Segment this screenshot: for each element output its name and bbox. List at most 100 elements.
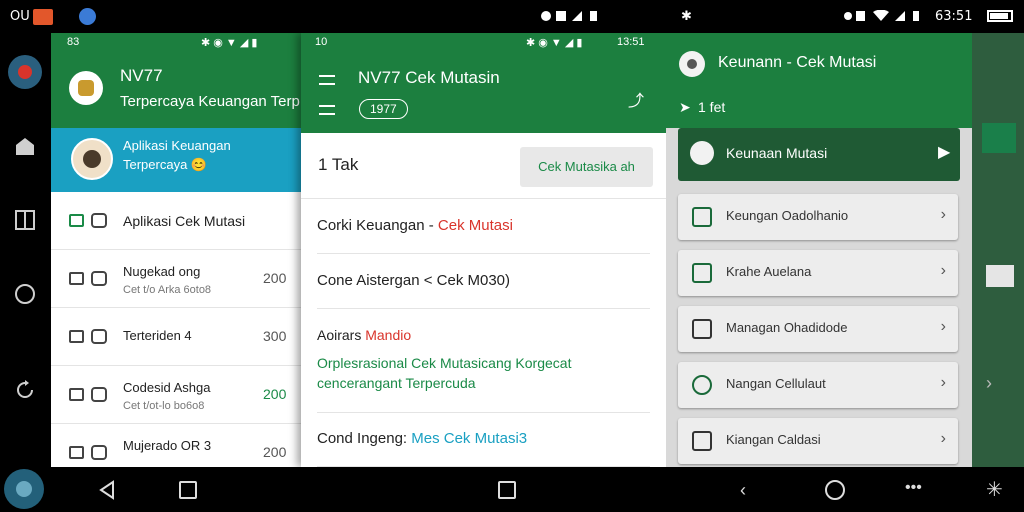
- item-clock-icon: [91, 329, 107, 344]
- status-bar: OU ✱ 63:51: [0, 0, 1024, 33]
- item-sub: Cet t/o Arka 6oto8: [123, 284, 212, 296]
- menu-item-label: Managan Ohadidode: [726, 320, 848, 335]
- detail-row[interactable]: Aoirars Mandio Orplesrasional Cek Mutasi…: [317, 309, 650, 413]
- document-icon: [692, 319, 712, 339]
- item-clock-icon: [91, 271, 107, 286]
- panel3-title: Keunann - Cek Mutasi: [718, 54, 877, 71]
- side-rail: [0, 33, 50, 512]
- panel2-status-bar: 10 ✱ ◉ ▼ ◢ ▮ 13:51: [301, 33, 666, 51]
- section-icon: [69, 214, 84, 227]
- row-accent: Mandio: [365, 327, 412, 343]
- section-title: Aplikasi Cek Mutasi: [123, 213, 246, 229]
- panel2-header: NV77 Cek Mutasin 1977 ⤴: [301, 51, 666, 133]
- menu-item[interactable]: Keungan Oadolhanio ›: [678, 194, 958, 240]
- item-clock-icon: [91, 445, 107, 460]
- list-item[interactable]: Nugekad ong Cet t/o Arka 6oto8 200: [51, 250, 301, 308]
- item-sub: Cet t/ot-lo bo6o8: [123, 400, 205, 412]
- home-icon[interactable]: [14, 135, 36, 157]
- home-button-icon-2[interactable]: [498, 481, 516, 499]
- background-app-strip: ›: [972, 33, 1024, 467]
- item-value: 200: [263, 386, 287, 402]
- row-accent: Mes Cek Mutasi3: [411, 430, 528, 447]
- cek-mutasi-button[interactable]: Cek Mutasika ah: [520, 147, 653, 187]
- menu-item[interactable]: Managan Ohadidode ›: [678, 306, 958, 352]
- edit-icon: [690, 141, 714, 165]
- list-item[interactable]: Terteriden 4 300: [51, 308, 301, 366]
- item-value: 300: [263, 328, 287, 344]
- page-title: NV77 Cek Mutasin: [358, 68, 500, 87]
- row-description-1: Orplesrasional Cek Mutasicang Korgecat: [317, 355, 572, 371]
- panel1-status-left: 83: [67, 36, 80, 48]
- row-description-2: cencerangant Terpercuda: [317, 375, 476, 391]
- chevron-right-icon: ›: [940, 206, 946, 223]
- sparkle-icon[interactable]: ✳: [986, 477, 1003, 502]
- panel-cek-mutasi: 10 ✱ ◉ ▼ ◢ ▮ 13:51 NV77 Cek Mutasin 1977…: [301, 33, 666, 467]
- panel3-header: Keunann - Cek Mutasi ➤ 1 fet: [666, 33, 972, 128]
- menu-item-label: Krahe Auelana: [726, 264, 812, 279]
- hamburger-menu-icon[interactable]: [317, 103, 337, 117]
- detail-row[interactable]: Corki Keuangan - Cek Mutasi: [317, 199, 650, 254]
- navigation-bar: ‹ ••• ✳: [50, 467, 1024, 512]
- account-header[interactable]: Aplikasi Keuangan Terpercaya 😊: [51, 128, 301, 192]
- wallet-icon: [692, 207, 712, 227]
- notification-app-icon: [33, 9, 53, 25]
- list-item[interactable]: Mujerado OR 3 200: [51, 424, 301, 467]
- menu-item[interactable]: Nangan Cellulaut ›: [678, 362, 958, 408]
- detail-row[interactable]: Cone Aistergan < Cek M030): [317, 254, 650, 309]
- assistant-icon[interactable]: [4, 469, 44, 509]
- item-icon: [69, 272, 84, 285]
- panel1-status-icons: ✱ ◉ ▼ ◢ ▮: [201, 37, 258, 49]
- home-button-icon[interactable]: [179, 481, 197, 499]
- status-icons-group: [540, 10, 600, 22]
- chevron-right-icon: ›: [940, 318, 946, 335]
- section-icon-2: [91, 213, 107, 228]
- chevron-right-icon: ›: [940, 430, 946, 447]
- chat-bubble-icon[interactable]: [14, 283, 36, 305]
- background-thumbnail: [982, 123, 1016, 153]
- panel2-status-time: 13:51: [617, 36, 645, 48]
- panel1-status-bar: 83 ✱ ◉ ▼ ◢ ▮: [51, 33, 301, 51]
- shield-icon: [692, 263, 712, 283]
- item-icon: [69, 388, 84, 401]
- panel-menu: Keunann - Cek Mutasi ➤ 1 fet Keunaan Mut…: [666, 33, 972, 467]
- section-header[interactable]: Aplikasi Cek Mutasi: [51, 192, 301, 250]
- bluetooth-icon: ✱: [681, 9, 692, 24]
- more-icon[interactable]: •••: [905, 479, 922, 497]
- refresh-icon[interactable]: [14, 379, 36, 401]
- chevron-right-icon: ▶: [938, 144, 951, 161]
- menu-item[interactable]: Krahe Auelana ›: [678, 250, 958, 296]
- version-badge: 1977: [359, 99, 408, 119]
- item-icon: [69, 330, 84, 343]
- menu-item-label: Kiangan Caldasi: [726, 432, 821, 447]
- share-icon[interactable]: ⤴: [628, 87, 644, 111]
- rail-app-icon[interactable]: [8, 55, 42, 89]
- item-title: Terteriden 4: [123, 328, 192, 343]
- item-clock-icon: [91, 387, 107, 402]
- action-bar: 1 Tak Cek Mutasika ah: [301, 133, 666, 199]
- item-value: 200: [263, 270, 287, 286]
- chevron-left-icon[interactable]: ‹: [740, 480, 746, 501]
- list-icon: [692, 431, 712, 451]
- menu-item-label: Nangan Cellulaut: [726, 376, 826, 391]
- header-logo-icon: [679, 51, 705, 77]
- panel2-status-icons: ✱ ◉ ▼ ◢ ▮: [526, 37, 583, 49]
- row-label: Corki Keuangan -: [317, 217, 438, 234]
- chat-icon[interactable]: [825, 480, 845, 500]
- panel2-status-left: 10: [315, 36, 328, 48]
- list-item[interactable]: Codesid Ashga Cet t/ot-lo bo6o8 200: [51, 366, 301, 424]
- account-sub: Terpercaya 😊: [123, 157, 208, 172]
- menu-item[interactable]: Kiangan Caldasi ›: [678, 418, 958, 464]
- battery-icon: [987, 10, 1013, 22]
- active-menu-item[interactable]: Keunaan Mutasi ▶: [678, 128, 960, 181]
- send-icon: ➤: [679, 99, 691, 115]
- panel-app-drawer: 83 ✱ ◉ ▼ ◢ ▮ NV77 Terpercaya Keuangan Te…: [51, 33, 301, 467]
- split-view-icon[interactable]: [14, 209, 36, 231]
- back-menu-icon[interactable]: [317, 73, 337, 87]
- detail-row[interactable]: Cond Ingeng: Mes Cek Mutasi3: [317, 413, 650, 467]
- chevron-right-icon: ›: [940, 262, 946, 279]
- panel1-header: NV77 Terpercaya Keuangan Terp: [51, 51, 301, 128]
- status-circle-icon: [692, 375, 712, 395]
- back-icon[interactable]: [98, 480, 116, 500]
- row-label: Cone Aistergan < Cek M030): [317, 272, 511, 289]
- app-logo: [69, 71, 103, 105]
